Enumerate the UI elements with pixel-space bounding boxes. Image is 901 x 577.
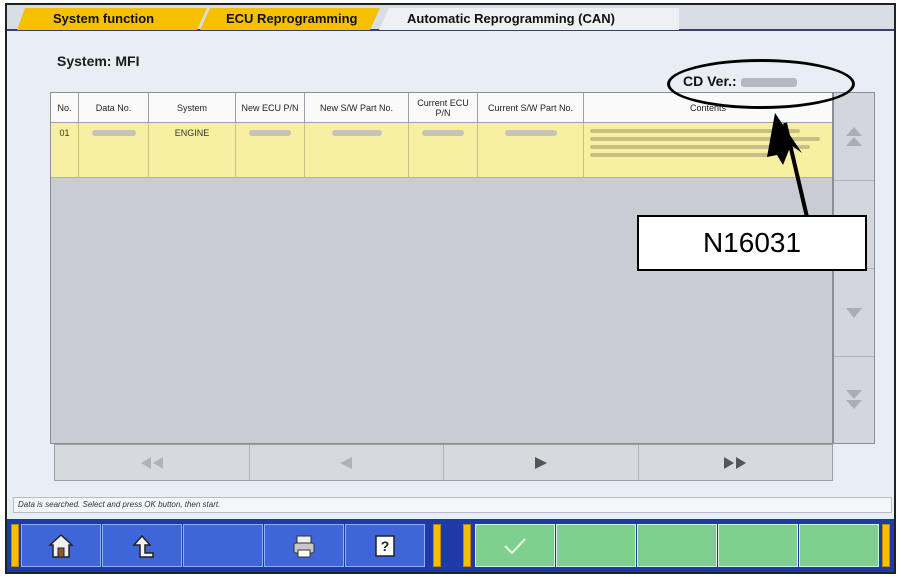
first-page-button[interactable] bbox=[55, 445, 250, 480]
column-header-current-ecu-pn: Current ECU P/N bbox=[409, 93, 478, 123]
bottom-toolbar: ? bbox=[7, 519, 894, 572]
down-icon bbox=[846, 307, 862, 318]
cell-new-ecu-pn-redacted bbox=[236, 123, 305, 178]
scroll-bottom-button[interactable] bbox=[834, 357, 874, 443]
column-header-no: No. bbox=[51, 93, 79, 123]
svg-text:?: ? bbox=[381, 538, 390, 554]
toolbar-right-edge bbox=[882, 524, 890, 567]
cell-current-sw-part-no-redacted bbox=[478, 123, 584, 178]
column-header-data-no: Data No. bbox=[79, 93, 149, 123]
next-page-button[interactable] bbox=[444, 445, 639, 480]
back-button[interactable] bbox=[102, 524, 182, 567]
cell-contents-redacted bbox=[584, 123, 832, 178]
tab-bar: System function ECU Reprogramming Automa… bbox=[7, 5, 894, 31]
column-header-current-sw-part-no: Current S/W Part No. bbox=[478, 93, 584, 123]
column-header-system: System bbox=[149, 93, 236, 123]
toolbar-divider-right bbox=[463, 524, 471, 567]
double-up-icon bbox=[846, 126, 862, 146]
scroll-page-down-button[interactable] bbox=[834, 269, 874, 357]
double-down-icon bbox=[846, 390, 862, 409]
green-toolbar-button-3[interactable] bbox=[637, 524, 717, 567]
green-toolbar-button-5[interactable] bbox=[799, 524, 879, 567]
double-left-icon bbox=[140, 456, 163, 469]
home-icon bbox=[48, 533, 74, 558]
tab-system-function[interactable]: System function bbox=[17, 8, 207, 30]
help-button[interactable]: ? bbox=[345, 524, 425, 567]
previous-page-button[interactable] bbox=[250, 445, 444, 480]
column-header-new-sw-part-no: New S/W Part No. bbox=[305, 93, 409, 123]
last-page-button[interactable] bbox=[639, 445, 833, 480]
right-icon bbox=[534, 456, 547, 469]
cell-new-sw-part-no-redacted bbox=[305, 123, 409, 178]
toolbar-divider-left bbox=[433, 524, 441, 567]
help-icon: ? bbox=[375, 534, 395, 557]
cell-current-ecu-pn-redacted bbox=[409, 123, 478, 178]
empty-toolbar-button-1[interactable] bbox=[183, 524, 263, 567]
system-title: System: MFI bbox=[57, 53, 140, 69]
tab-ecu-reprogramming[interactable]: ECU Reprogramming bbox=[200, 8, 380, 30]
cell-data-no-redacted bbox=[79, 123, 149, 178]
checkmark-icon bbox=[504, 537, 526, 554]
cell-system: ENGINE bbox=[149, 123, 236, 178]
table-row[interactable]: 01 ENGINE bbox=[51, 123, 832, 178]
toolbar-left-edge bbox=[11, 524, 19, 567]
status-message: Data is searched. Select and press OK bu… bbox=[13, 497, 892, 513]
print-button[interactable] bbox=[264, 524, 344, 567]
horizontal-pager bbox=[54, 444, 833, 481]
printer-icon bbox=[293, 535, 315, 557]
home-button[interactable] bbox=[21, 524, 101, 567]
application-window: System function ECU Reprogramming Automa… bbox=[5, 3, 896, 574]
double-right-icon bbox=[724, 456, 747, 469]
left-icon bbox=[340, 456, 353, 469]
back-icon bbox=[132, 534, 154, 558]
scroll-top-button[interactable] bbox=[834, 93, 874, 181]
green-toolbar-button-4[interactable] bbox=[718, 524, 798, 567]
ok-button[interactable] bbox=[475, 524, 555, 567]
annotation-ellipse bbox=[667, 59, 855, 109]
tab-automatic-reprogramming[interactable]: Automatic Reprogramming (CAN) bbox=[379, 8, 679, 30]
annotation-callout: N16031 bbox=[637, 215, 867, 271]
cell-no: 01 bbox=[51, 123, 79, 178]
column-header-new-ecu-pn: New ECU P/N bbox=[236, 93, 305, 123]
green-toolbar-button-2[interactable] bbox=[556, 524, 636, 567]
